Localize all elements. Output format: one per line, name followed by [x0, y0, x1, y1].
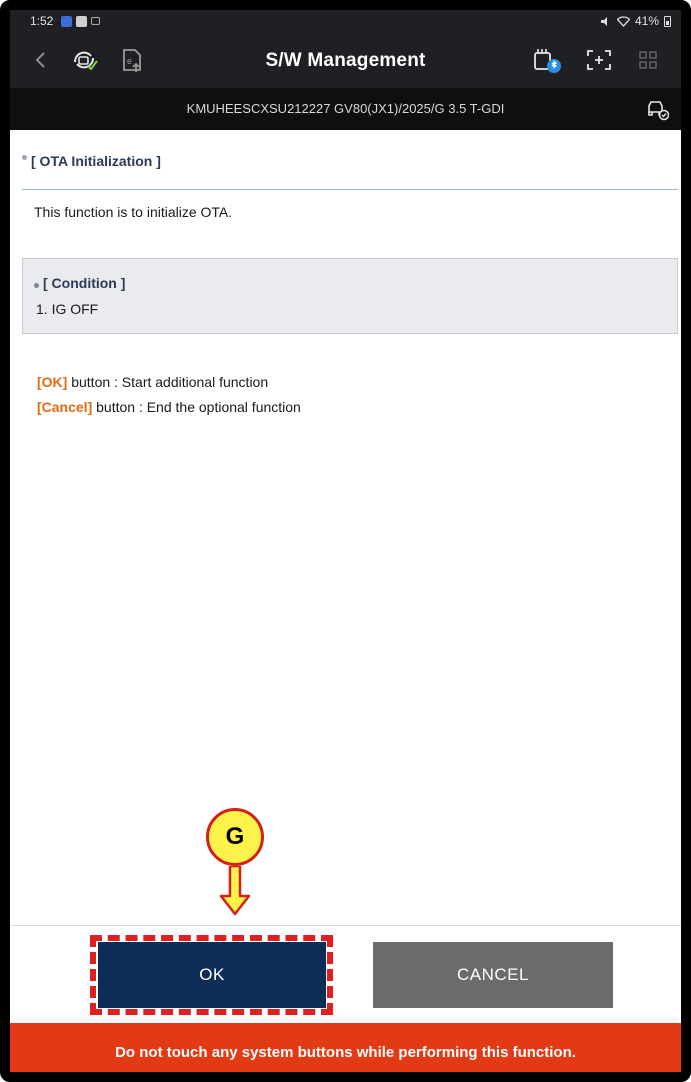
bluetooth-vci-icon	[534, 49, 561, 73]
gallery-notification-icon	[76, 15, 88, 27]
annotation-arrow-icon	[219, 866, 251, 916]
annotation-marker: G	[206, 808, 264, 866]
screen-capture-icon	[587, 50, 611, 70]
cancel-instruction: [Cancel] button : End the optional funct…	[37, 399, 301, 415]
bullet-icon	[34, 282, 39, 288]
section-divider	[22, 189, 678, 190]
cancel-instruction-text: button : End the optional function	[92, 399, 301, 415]
warning-banner: Do not touch any system buttons while pe…	[10, 1023, 681, 1072]
condition-box: [ Condition ] 1. IG OFF	[22, 258, 678, 334]
cancel-button[interactable]: CANCEL	[373, 942, 613, 1008]
condition-title: [ Condition ]	[34, 275, 125, 291]
cancel-key-label: [Cancel]	[37, 399, 93, 415]
condition-item: 1. IG OFF	[36, 301, 99, 317]
grid-menu-icon	[639, 51, 657, 69]
ok-button[interactable]: OK	[98, 942, 326, 1008]
news-notification-icon	[61, 15, 73, 27]
ok-instruction: [OK] button : Start additional function	[37, 374, 268, 390]
bullet-icon	[22, 154, 27, 160]
function-description: This function is to initialize OTA.	[34, 204, 233, 220]
vehicle-status-icon[interactable]	[645, 97, 669, 121]
status-bar: 1:52 41%	[10, 10, 681, 32]
screen-capture-button[interactable]	[583, 44, 615, 76]
page-title: S/W Management	[265, 50, 426, 71]
ok-key-label: [OK]	[37, 374, 68, 390]
status-time: 1:52	[30, 14, 54, 28]
tablet-frame: 1:52 41% e S/W Management KMUHEESCXSU212…	[0, 0, 691, 1082]
wifi-icon	[616, 15, 630, 27]
app-header: e S/W Management	[10, 32, 681, 88]
battery-percent: 41%	[634, 14, 659, 28]
more-notifications-icon	[91, 17, 101, 25]
section-title-text: [ OTA Initialization ]	[31, 153, 161, 169]
battery-icon	[664, 15, 671, 27]
footer-divider	[10, 925, 681, 926]
vci-connection-button[interactable]	[531, 44, 563, 76]
vehicle-info: KMUHEESCXSU212227 GV80(JX1)/2025/G 3.5 T…	[186, 101, 505, 116]
grid-menu-button[interactable]	[632, 44, 664, 76]
ok-instruction-text: button : Start additional function	[67, 374, 269, 390]
mute-icon	[600, 16, 607, 26]
section-title: [ OTA Initialization ]	[22, 153, 161, 169]
condition-title-text: [ Condition ]	[43, 275, 126, 291]
vehicle-info-bar: KMUHEESCXSU212227 GV80(JX1)/2025/G 3.5 T…	[10, 88, 681, 130]
